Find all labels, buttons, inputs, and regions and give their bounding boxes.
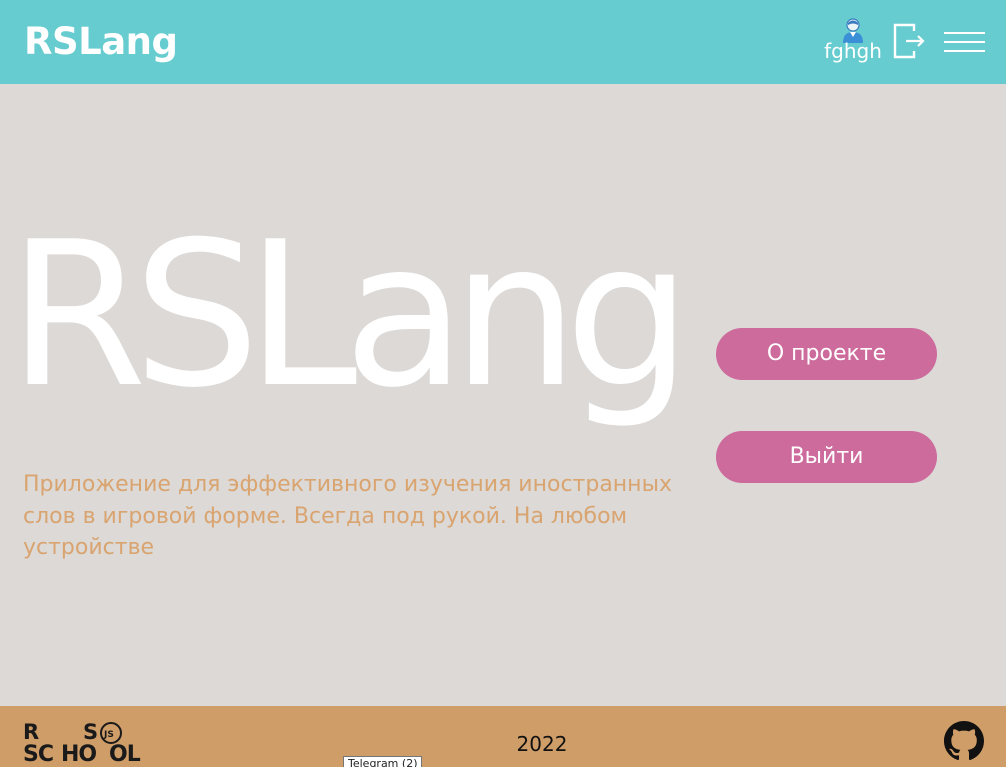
burger-menu-icon[interactable] <box>944 32 985 52</box>
svg-text:OL: OL <box>109 742 141 762</box>
footer: R S SC HO OL JS 2022 <box>0 706 1006 767</box>
user-profile[interactable]: fghgh <box>822 18 884 66</box>
header: RSLang fghgh <box>0 0 1006 84</box>
logout-button[interactable]: Выйти <box>716 431 937 483</box>
hero-title: RSLang <box>8 199 692 432</box>
hero-description: Приложение для эффективного изучения ино… <box>23 472 672 560</box>
footer-year: 2022 <box>516 732 568 756</box>
rs-school-logo[interactable]: R S SC HO OL JS <box>23 720 141 762</box>
telegram-tooltip: Telegram (2) <box>343 756 423 767</box>
svg-text:R: R <box>23 720 39 744</box>
logout-icon[interactable] <box>892 22 926 60</box>
user-name: fghgh <box>824 39 882 63</box>
svg-text:S: S <box>83 720 98 744</box>
about-project-button[interactable]: О проекте <box>716 328 937 380</box>
svg-text:SC: SC <box>23 742 53 762</box>
github-icon[interactable] <box>944 721 984 761</box>
svg-text:JS: JS <box>103 730 114 740</box>
app-logo[interactable]: RSLang <box>24 18 178 66</box>
svg-text:HO: HO <box>61 742 96 762</box>
page: RSLang fghgh RSLang Приложение для эффек… <box>0 0 1006 767</box>
